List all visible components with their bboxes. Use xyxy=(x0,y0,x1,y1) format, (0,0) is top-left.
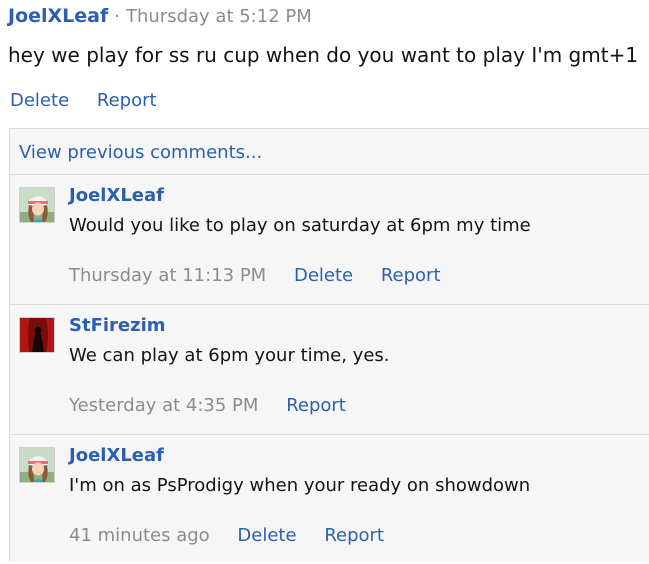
comments-panel: View previous comments... JoelXLeaf Woul… xyxy=(9,128,649,562)
post-report-link[interactable]: Report xyxy=(97,90,157,111)
comment-meta: 41 minutes ago Delete Report xyxy=(69,525,406,546)
avatar-curtain-icon xyxy=(20,318,54,352)
post-actions: Delete Report xyxy=(10,90,179,111)
comment-meta: Yesterday at 4:35 PM Report xyxy=(69,395,368,416)
post-message: hey we play for ss ru cup when do you wa… xyxy=(8,43,639,67)
avatar[interactable] xyxy=(19,187,55,223)
comment-author-link[interactable]: JoelXLeaf xyxy=(69,185,164,206)
comment-timestamp[interactable]: Yesterday at 4:35 PM xyxy=(69,395,258,416)
avatar-trainer-icon xyxy=(20,448,54,482)
post-author-link[interactable]: JoelXLeaf xyxy=(8,5,108,27)
comment-text: I'm on as PsProdigy when your ready on s… xyxy=(69,475,531,496)
comment-delete-link[interactable]: Delete xyxy=(237,525,296,546)
comment-item: JoelXLeaf I'm on as PsProdigy when your … xyxy=(10,434,649,564)
comment-meta: Thursday at 11:13 PM Delete Report xyxy=(69,265,463,286)
comment-item: StFirezim We can play at 6pm your time, … xyxy=(10,304,649,434)
avatar[interactable] xyxy=(19,447,55,483)
view-previous-comments-link[interactable]: View previous comments... xyxy=(19,142,262,163)
comment-timestamp[interactable]: 41 minutes ago xyxy=(69,525,210,546)
post-delete-link[interactable]: Delete xyxy=(10,90,69,111)
post-timestamp[interactable]: Thursday at 5:12 PM xyxy=(126,6,312,27)
comment-text: We can play at 6pm your time, yes. xyxy=(69,345,390,366)
comment-report-link[interactable]: Report xyxy=(286,395,346,416)
comment-text: Would you like to play on saturday at 6p… xyxy=(69,215,531,236)
comment-author-link[interactable]: JoelXLeaf xyxy=(69,445,164,466)
avatar-trainer-icon xyxy=(20,188,54,222)
comment-timestamp[interactable]: Thursday at 11:13 PM xyxy=(69,265,266,286)
comment-item: JoelXLeaf Would you like to play on satu… xyxy=(10,174,649,305)
avatar[interactable] xyxy=(19,317,55,353)
comment-author-link[interactable]: StFirezim xyxy=(69,315,166,336)
comment-report-link[interactable]: Report xyxy=(324,525,384,546)
post-header: JoelXLeaf · Thursday at 5:12 PM xyxy=(8,5,312,33)
comment-delete-link[interactable]: Delete xyxy=(294,265,353,286)
comment-report-link[interactable]: Report xyxy=(381,265,441,286)
post-separator: · xyxy=(114,6,120,27)
